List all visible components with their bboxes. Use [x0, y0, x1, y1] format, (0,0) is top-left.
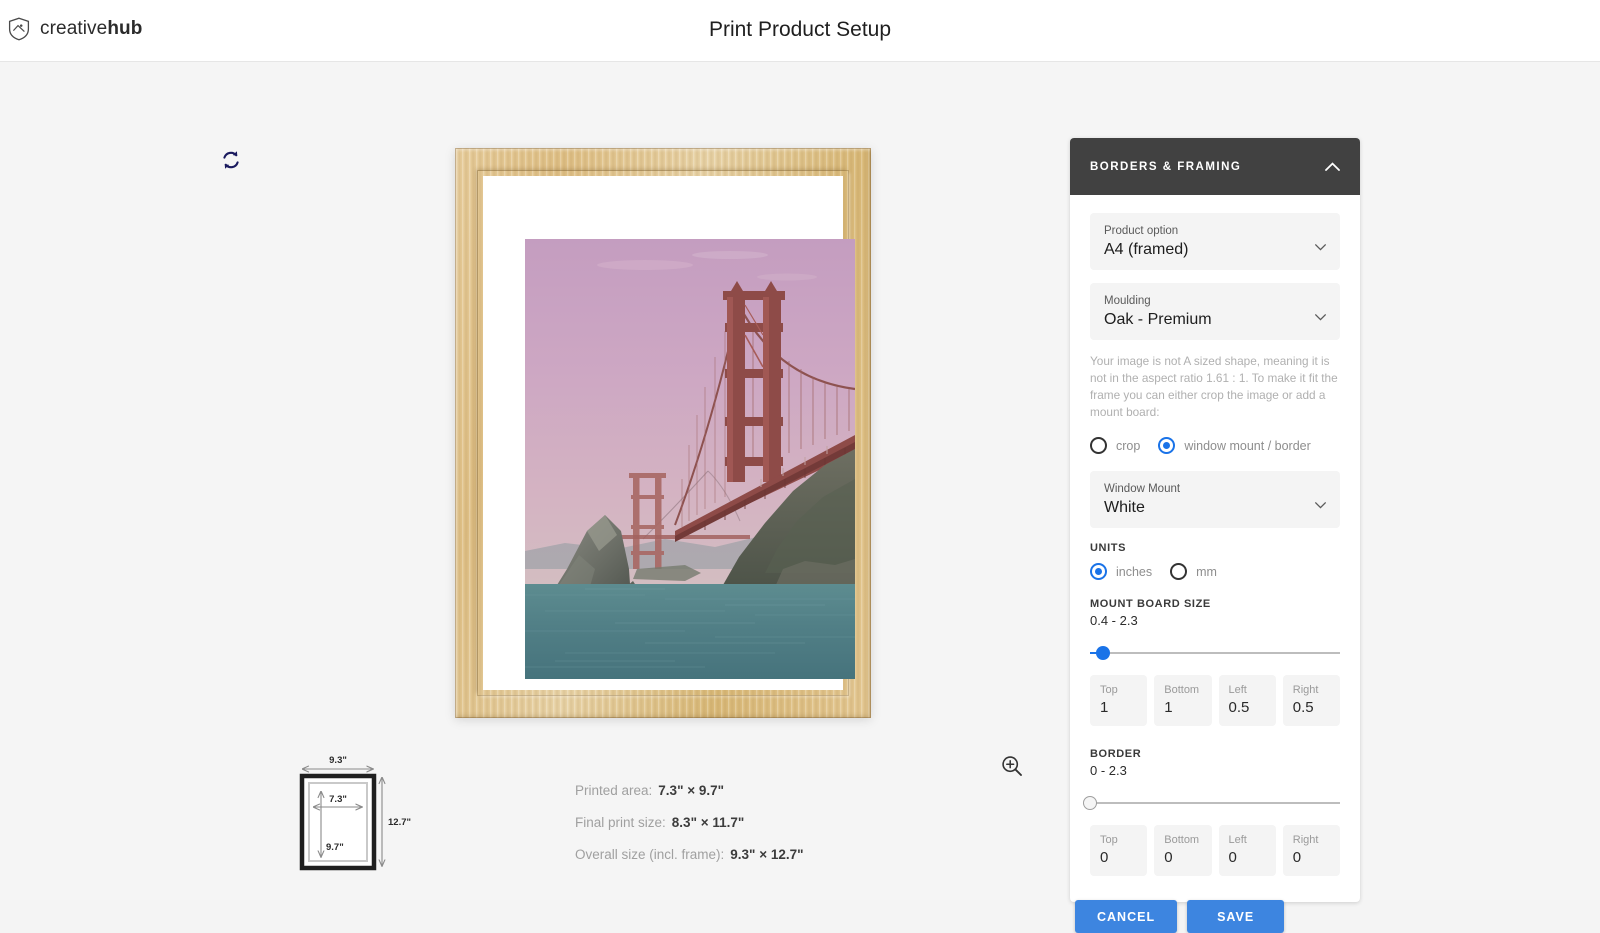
- diagram-inner-height-label: 9.7": [326, 842, 344, 853]
- app-header: creativehub Print Product Setup: [0, 0, 1600, 62]
- radio-icon-unselected: [1090, 437, 1107, 454]
- summary-row-final-print-size: Final print size: 8.3" × 11.7": [575, 807, 995, 839]
- diagram-inner-width-label: 7.3": [329, 794, 347, 805]
- field-label: Left: [1229, 683, 1276, 698]
- product-option-label: Product option: [1104, 223, 1300, 239]
- mount-board-size-fields: Top 1 Bottom 1 Left 0.5 Right 0.5: [1090, 675, 1340, 726]
- summary-label: Final print size:: [575, 815, 666, 830]
- field-label: Bottom: [1164, 833, 1211, 848]
- summary-value: 9.3" × 12.7": [730, 847, 803, 862]
- field-value: 0: [1293, 848, 1340, 868]
- fit-option-radio-group: crop window mount / border: [1090, 437, 1340, 454]
- moulding-value: Oak - Premium: [1104, 309, 1300, 331]
- borders-framing-panel: BORDERS & FRAMING Product option A4 (fra…: [1070, 138, 1360, 902]
- radio-icon-selected: [1158, 437, 1175, 454]
- fit-option-window-mount[interactable]: window mount / border: [1158, 437, 1310, 454]
- mount-board-size-label: MOUNT BOARD SIZE: [1090, 598, 1340, 610]
- panel-body: Product option A4 (framed) Moulding Oak …: [1070, 195, 1360, 902]
- radio-icon-unselected: [1170, 563, 1187, 580]
- slider-thumb[interactable]: [1083, 796, 1097, 810]
- border-fields: Top 0 Bottom 0 Left 0 Right 0: [1090, 825, 1340, 876]
- slider-track: [1090, 652, 1340, 654]
- border-slider[interactable]: [1090, 790, 1340, 816]
- border-label: BORDER: [1090, 748, 1340, 760]
- summary-label: Overall size (incl. frame):: [575, 847, 724, 862]
- slider-thumb[interactable]: [1096, 646, 1110, 660]
- window-mount-board: [483, 176, 843, 690]
- window-mount-select[interactable]: Window Mount White: [1090, 471, 1340, 528]
- moulding-select[interactable]: Moulding Oak - Premium: [1090, 283, 1340, 340]
- product-option-select[interactable]: Product option A4 (framed): [1090, 213, 1340, 270]
- units-option-inches[interactable]: inches: [1090, 563, 1152, 580]
- field-label: Right: [1293, 683, 1340, 698]
- units-label: UNITS: [1090, 542, 1340, 554]
- mount-board-size-range: 0.4 - 2.3: [1090, 613, 1340, 628]
- border-range: 0 - 2.3: [1090, 763, 1340, 778]
- summary-label: Printed area:: [575, 783, 652, 798]
- chevron-down-icon: [1315, 238, 1326, 245]
- field-label: Top: [1100, 833, 1147, 848]
- page-title: Print Product Setup: [0, 18, 1600, 42]
- mount-top-field[interactable]: Top 1: [1090, 675, 1147, 726]
- diagram-outer-width-label: 9.3": [329, 755, 347, 766]
- cancel-button[interactable]: CANCEL: [1075, 900, 1177, 933]
- panel-header-toggle[interactable]: BORDERS & FRAMING: [1070, 138, 1360, 195]
- field-value: 0: [1100, 848, 1147, 868]
- field-value: 1: [1164, 698, 1211, 718]
- radio-icon-selected: [1090, 563, 1107, 580]
- chevron-up-icon[interactable]: [1325, 158, 1340, 176]
- magnifier-plus-icon[interactable]: [1000, 754, 1024, 778]
- field-value: 0.5: [1293, 698, 1340, 718]
- border-left-field[interactable]: Left 0: [1219, 825, 1276, 876]
- aspect-ratio-helper-text: Your image is not A sized shape, meaning…: [1090, 353, 1340, 421]
- border-bottom-field[interactable]: Bottom 0: [1154, 825, 1211, 876]
- units-option-mm[interactable]: mm: [1170, 563, 1217, 580]
- panel-actions: CANCEL SAVE: [1075, 900, 1284, 933]
- diagram-outer-height-label: 12.7": [388, 817, 411, 828]
- summary-row-overall-size: Overall size (incl. frame): 9.3" × 12.7": [575, 839, 995, 871]
- mount-bottom-field[interactable]: Bottom 1: [1154, 675, 1211, 726]
- fit-option-crop[interactable]: crop: [1090, 437, 1140, 454]
- field-label: Right: [1293, 833, 1340, 848]
- moulding-label: Moulding: [1104, 293, 1300, 309]
- window-mount-label: Window Mount: [1104, 481, 1300, 497]
- border-right-field[interactable]: Right 0: [1283, 825, 1340, 876]
- mount-board-size-slider[interactable]: [1090, 640, 1340, 666]
- window-mount-value: White: [1104, 497, 1300, 519]
- save-button[interactable]: SAVE: [1187, 900, 1284, 933]
- field-label: Bottom: [1164, 683, 1211, 698]
- panel-title: BORDERS & FRAMING: [1090, 161, 1241, 173]
- summary-value: 7.3" × 9.7": [658, 783, 724, 798]
- field-value: 0: [1229, 848, 1276, 868]
- slider-track: [1090, 802, 1340, 804]
- units-option-inches-label: inches: [1116, 565, 1152, 579]
- field-label: Left: [1229, 833, 1276, 848]
- mount-right-field[interactable]: Right 0.5: [1283, 675, 1340, 726]
- framed-artwork-preview[interactable]: [455, 148, 871, 718]
- size-summary: Printed area: 7.3" × 9.7" Final print siz…: [575, 775, 995, 871]
- field-value: 0.5: [1229, 698, 1276, 718]
- field-value: 0: [1164, 848, 1211, 868]
- units-option-mm-label: mm: [1196, 565, 1217, 579]
- refresh-rotate-icon[interactable]: [219, 148, 243, 172]
- units-radio-group: inches mm: [1090, 563, 1340, 580]
- fit-option-window-mount-label: window mount / border: [1184, 439, 1310, 453]
- summary-row-printed-area: Printed area: 7.3" × 9.7": [575, 775, 995, 807]
- mount-left-field[interactable]: Left 0.5: [1219, 675, 1276, 726]
- field-value: 1: [1100, 698, 1147, 718]
- fit-option-crop-label: crop: [1116, 439, 1140, 453]
- dimension-diagram: 9.3" 12.7" 7.3" 9.7": [288, 752, 418, 887]
- field-label: Top: [1100, 683, 1147, 698]
- border-top-field[interactable]: Top 0: [1090, 825, 1147, 876]
- artwork-photo: [525, 239, 855, 679]
- chevron-down-icon: [1315, 308, 1326, 315]
- preview-stage: 9.3" 12.7" 7.3" 9.7" Printed area: 7.3" ×…: [0, 62, 1600, 900]
- chevron-down-icon: [1315, 496, 1326, 503]
- summary-value: 8.3" × 11.7": [672, 815, 744, 830]
- product-option-value: A4 (framed): [1104, 239, 1300, 261]
